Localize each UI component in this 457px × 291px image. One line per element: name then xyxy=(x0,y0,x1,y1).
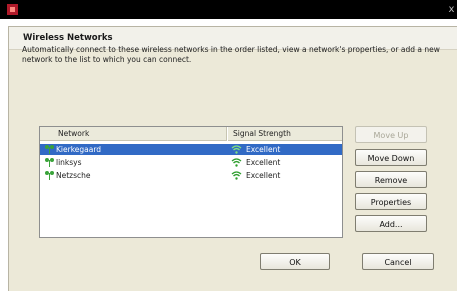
wireless-network-icon xyxy=(44,144,55,155)
signal-strength-icon xyxy=(231,158,242,167)
title-bar: x xyxy=(0,0,457,19)
dialog-title: Wireless Networks xyxy=(23,33,113,43)
close-button[interactable]: x xyxy=(446,3,457,16)
network-name: linksys xyxy=(56,158,82,167)
column-header-network[interactable]: Network xyxy=(40,127,227,141)
network-name: Kierkegaard xyxy=(56,145,102,154)
ok-button[interactable]: OK xyxy=(260,253,330,270)
properties-button[interactable]: Properties xyxy=(355,193,427,210)
move-down-button[interactable]: Move Down xyxy=(355,149,427,166)
wireless-network-icon xyxy=(44,170,55,181)
cancel-button[interactable]: Cancel xyxy=(362,253,434,270)
network-list[interactable]: Network Signal Strength Kierkegaard Exce… xyxy=(39,126,343,238)
dialog-description: Automatically connect to these wireless … xyxy=(22,45,440,64)
remove-button[interactable]: Remove xyxy=(355,171,427,188)
network-name: Netzsche xyxy=(56,171,91,180)
wireless-network-icon xyxy=(44,157,55,168)
signal-strength-icon xyxy=(231,145,242,154)
signal-strength-value: Excellent xyxy=(246,171,281,180)
column-header-signal[interactable]: Signal Strength xyxy=(228,127,342,141)
signal-strength-value: Excellent xyxy=(246,145,281,154)
network-wizard-icon xyxy=(7,4,18,15)
network-row[interactable]: linksys Excellent xyxy=(40,157,342,168)
network-row[interactable]: Kierkegaard Excellent xyxy=(40,144,342,155)
move-up-button[interactable]: Move Up xyxy=(355,126,427,143)
network-row[interactable]: Netzsche Excellent xyxy=(40,170,342,181)
add-button[interactable]: Add... xyxy=(355,215,427,232)
signal-strength-icon xyxy=(231,171,242,180)
signal-strength-value: Excellent xyxy=(246,158,281,167)
